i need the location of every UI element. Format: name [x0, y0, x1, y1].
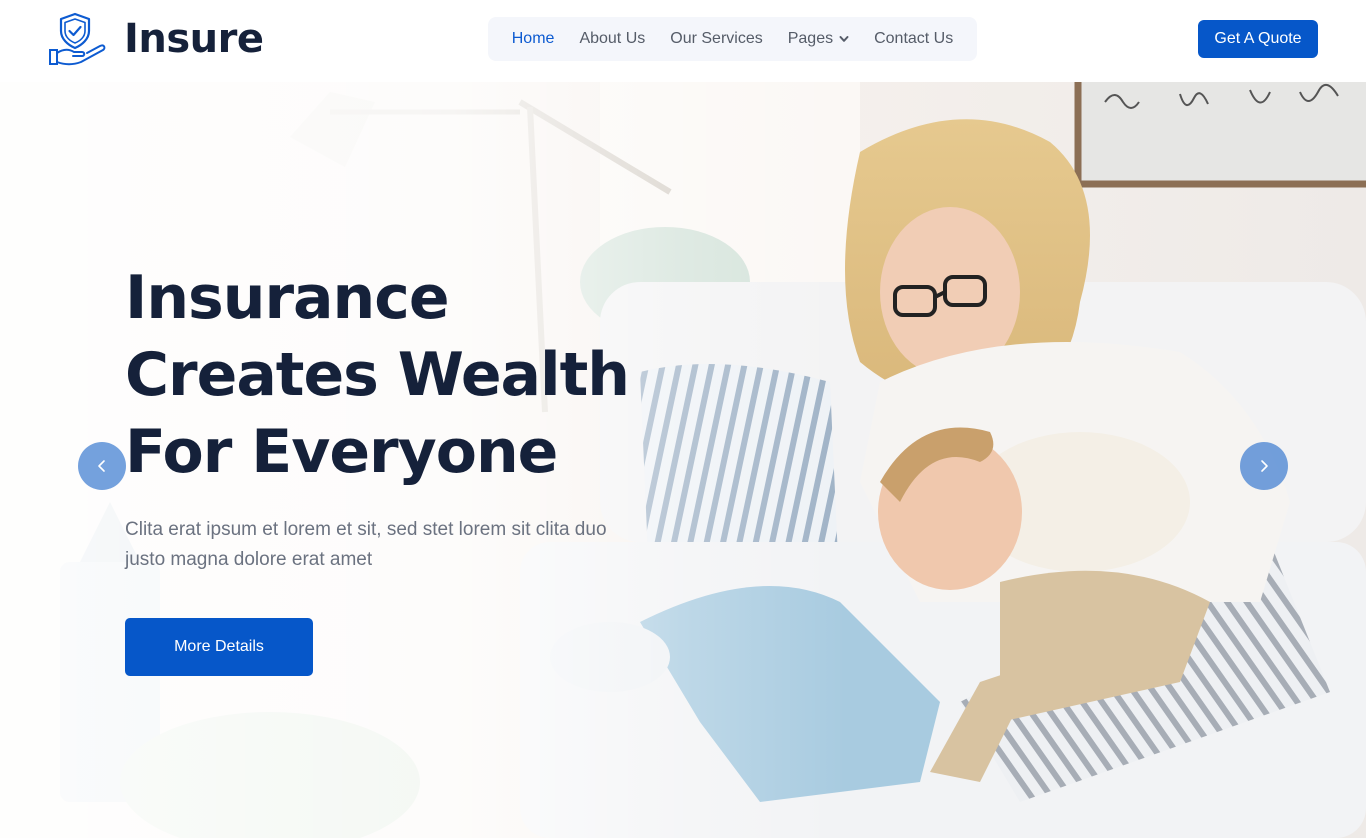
brand-logo[interactable]: Insure [48, 10, 264, 68]
hero-title-line: Insurance [125, 263, 450, 333]
site-header: Insure Home About Us Our Services Pages … [0, 0, 1366, 82]
more-details-button[interactable]: More Details [125, 618, 313, 676]
nav-item-contact-us[interactable]: Contact Us [874, 30, 953, 48]
nav-item-home[interactable]: Home [512, 30, 555, 48]
chevron-down-icon [839, 36, 849, 42]
chevron-right-icon [1261, 460, 1268, 472]
hero-title-line: For Everyone [125, 417, 558, 487]
nav-item-label: Home [511, 30, 555, 47]
nav-item-label: Contact Us [874, 30, 954, 47]
nav-item-our-services[interactable]: Our Services [670, 30, 762, 48]
hero-content: Insurance Creates Wealth For Everyone Cl… [125, 260, 685, 676]
get-a-quote-button[interactable]: Get A Quote [1198, 20, 1318, 58]
hero-title: Insurance Creates Wealth For Everyone [125, 260, 685, 491]
shield-hand-icon [49, 12, 106, 66]
carousel-next-button[interactable] [1240, 442, 1288, 490]
chevron-left-icon [98, 460, 105, 472]
brand-name: Insure [124, 16, 264, 62]
nav-item-label: Our Services [670, 30, 763, 47]
carousel-prev-button[interactable] [78, 442, 126, 490]
hero-title-line: Creates Wealth [125, 340, 630, 410]
nav-item-pages-dropdown[interactable]: Pages [788, 30, 849, 48]
hero-description: Clita erat ipsum et lorem et sit, sed st… [125, 519, 607, 570]
nav-item-label: About Us [579, 30, 646, 47]
main-nav: Home About Us Our Services Pages Contact… [488, 17, 977, 61]
nav-item-label: Pages [787, 30, 834, 47]
hero-carousel: Insurance Creates Wealth For Everyone Cl… [0, 82, 1366, 838]
nav-item-about-us[interactable]: About Us [579, 30, 645, 48]
